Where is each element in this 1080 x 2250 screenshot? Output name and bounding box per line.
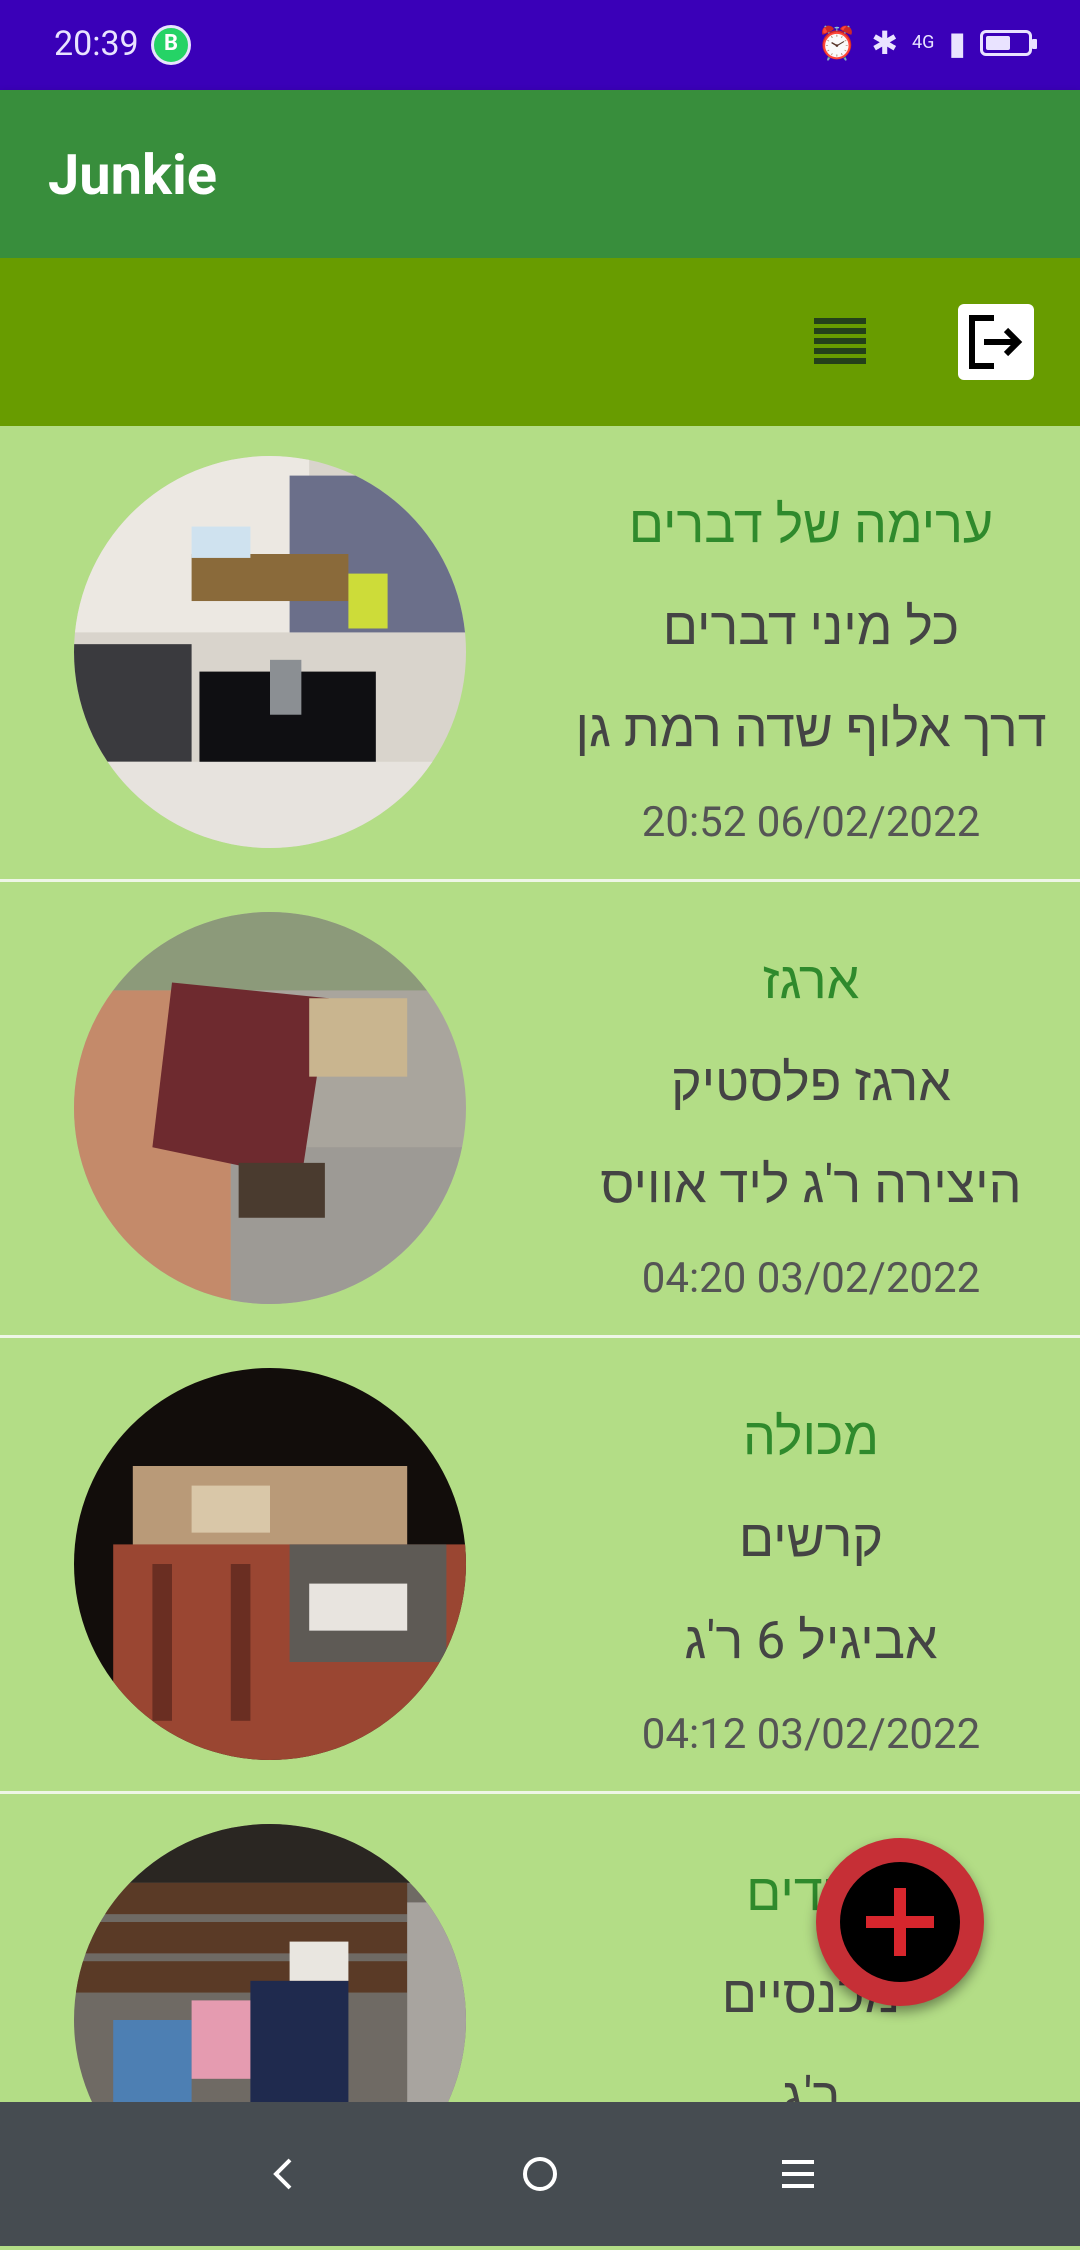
item-date: 03/02/2022 04:20: [641, 1254, 981, 1303]
plus-icon: [840, 1862, 960, 1982]
list-item[interactable]: ארגז ארגז פלסטיק היצירה ר'ג ליד אוויס 03…: [0, 882, 1080, 1338]
signal-icon: ▮: [948, 24, 966, 62]
item-description: קרשים: [738, 1508, 884, 1569]
item-description: מכנסיים: [721, 1964, 901, 2025]
item-address: ר'ג: [781, 2066, 841, 2102]
home-icon: [523, 2157, 557, 2191]
app-title: Junkie: [48, 142, 218, 208]
battery-icon: [980, 30, 1037, 56]
back-button[interactable]: [203, 2102, 363, 2246]
item-address: דרך אלוף שדה רמת גן: [575, 698, 1047, 759]
back-icon: [273, 2158, 292, 2190]
item-photo: [74, 912, 466, 1304]
item-address: אביגיל 6 ר'ג: [684, 1610, 938, 1671]
item-title: ארגז: [762, 950, 860, 1011]
recents-button[interactable]: [718, 2102, 878, 2246]
item-description: ארגז פלסטיק: [671, 1052, 951, 1113]
system-navigation-bar: [0, 2102, 1080, 2246]
item-date: 06/02/2022 20:52: [641, 798, 981, 847]
add-item-button[interactable]: [816, 1838, 984, 2006]
status-icons: ⏰ ✱ 4G ▮: [817, 24, 1037, 62]
item-photo: [74, 1368, 466, 1760]
list-item[interactable]: מכולה קרשים אביגיל 6 ר'ג 03/02/2022 04:1…: [0, 1338, 1080, 1794]
item-photo: [74, 456, 466, 848]
whatsapp-business-icon: [151, 25, 191, 65]
status-time: 20:39: [54, 24, 139, 64]
menu-icon: [782, 2160, 814, 2188]
list-item[interactable]: ערימה של דברים כל מיני דברים דרך אלוף שד…: [0, 426, 1080, 882]
item-date: 03/02/2022 04:12: [641, 1710, 981, 1759]
toolbar: [0, 258, 1080, 426]
item-photo: [74, 1824, 466, 2102]
logout-button[interactable]: [958, 304, 1034, 380]
home-button[interactable]: [460, 2102, 620, 2246]
item-description: כל מיני דברים: [662, 596, 960, 657]
list-view-icon[interactable]: [814, 318, 866, 364]
alarm-icon: ⏰: [817, 24, 858, 62]
status-bar: 20:39 ⏰ ✱ 4G ▮: [0, 0, 1080, 90]
item-title: מכולה: [743, 1406, 879, 1467]
item-title: ערימה של דברים: [628, 494, 994, 555]
app-bar: Junkie: [0, 90, 1080, 258]
network-type-label: 4G: [912, 32, 935, 53]
logout-icon: [969, 315, 1023, 369]
bluetooth-icon: ✱: [871, 24, 898, 62]
item-address: היצירה ר'ג ליד אוויס: [600, 1154, 1022, 1215]
item-title: בגדים: [746, 1862, 876, 1923]
